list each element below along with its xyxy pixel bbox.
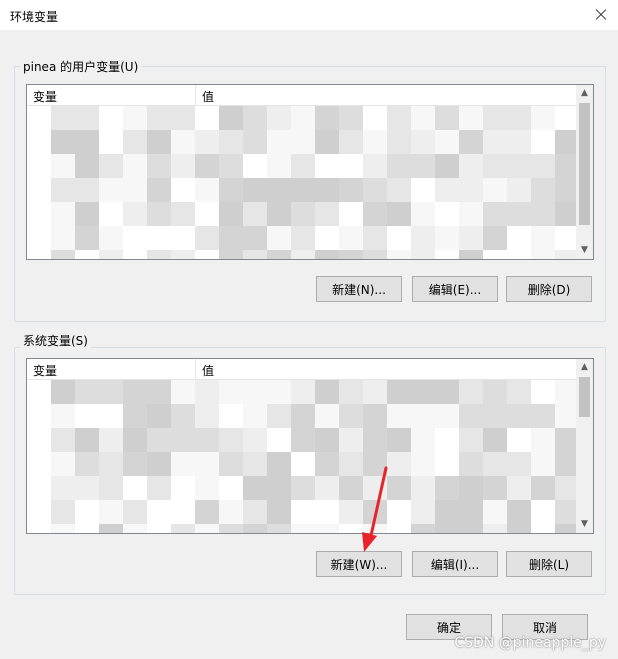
- watermark: CSDN @pineapple_py: [454, 635, 606, 651]
- annotation-arrow-icon: [362, 466, 388, 552]
